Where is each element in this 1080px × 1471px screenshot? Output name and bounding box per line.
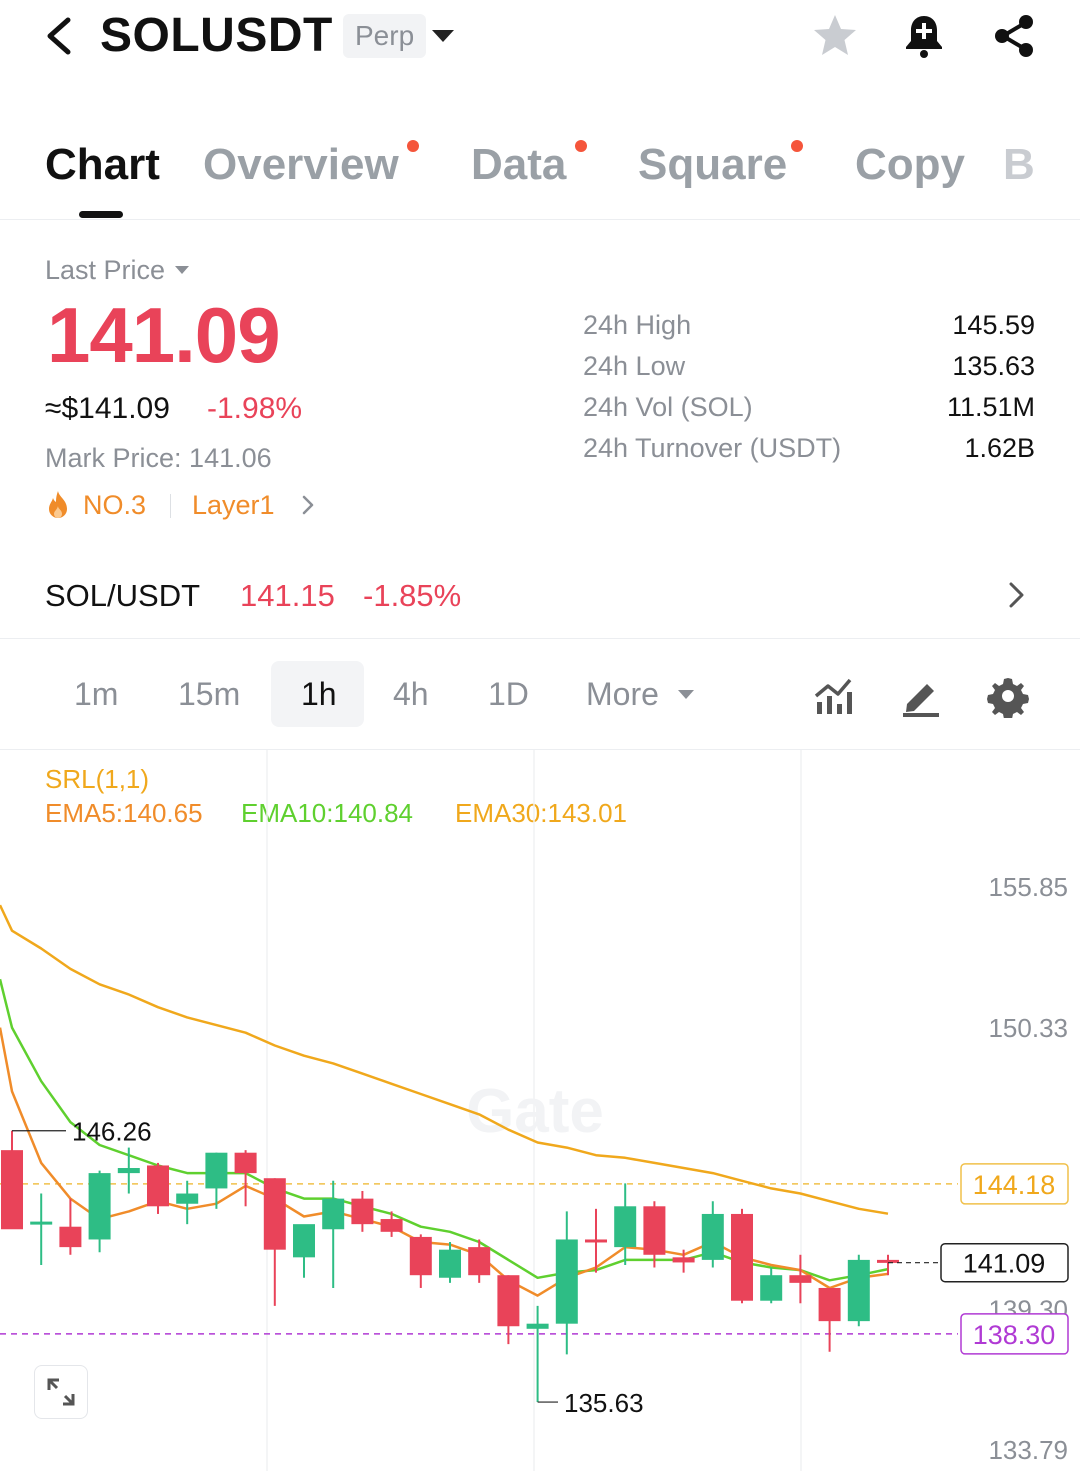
usd-price: ≈$141.09 <box>45 392 170 425</box>
share-icon[interactable] <box>990 12 1038 60</box>
tab-chart[interactable]: Chart <box>45 140 160 190</box>
candle-body <box>176 1193 199 1204</box>
candle-body <box>263 1178 286 1250</box>
timeframe-1d[interactable]: 1D <box>488 676 529 713</box>
tab-overview-notification-dot <box>407 140 419 152</box>
candle-body <box>731 1213 753 1301</box>
candle-body <box>672 1257 695 1263</box>
candle-body <box>322 1198 345 1230</box>
timeframe-more[interactable]: More <box>586 676 659 713</box>
contract-type-badge[interactable]: Perp <box>343 14 427 58</box>
candle-body <box>847 1259 870 1322</box>
mark-price-label: Mark Price: <box>45 443 182 473</box>
tab-overview[interactable]: Overview <box>203 140 399 190</box>
stat-value-24h-high: 145.59 <box>952 310 1035 340</box>
timeframe-15m[interactable]: 15m <box>178 676 240 713</box>
candle-body <box>351 1198 374 1225</box>
tag-separator <box>170 494 171 518</box>
back-icon[interactable] <box>40 14 80 58</box>
candle-body <box>147 1165 169 1207</box>
mark-price-label-chart: 138.30 <box>973 1320 1056 1350</box>
candle-body <box>614 1206 637 1248</box>
candle-body <box>439 1249 461 1278</box>
candle-body <box>205 1152 228 1189</box>
y-axis-label: 133.79 <box>988 1435 1068 1465</box>
tab-data-notification-dot <box>575 140 587 152</box>
stat-label-24h-high: 24h High <box>583 310 692 340</box>
candle-body <box>117 1168 140 1174</box>
reference-price-label: 144.18 <box>973 1170 1056 1200</box>
candle-body <box>585 1239 607 1243</box>
spot-price[interactable]: 141.15 <box>240 578 335 614</box>
mark-price-row: Mark Price: 141.06 <box>45 443 272 474</box>
candle-body <box>409 1236 432 1276</box>
chevron-right-icon[interactable] <box>298 491 318 519</box>
fullscreen-button[interactable] <box>34 1365 88 1419</box>
active-tab-indicator <box>79 211 123 218</box>
spot-change-percent[interactable]: -1.85% <box>363 578 461 614</box>
current-price-label: 141.09 <box>963 1249 1046 1279</box>
expand-icon <box>47 1378 75 1406</box>
candle-body <box>789 1275 812 1283</box>
y-axis-label: 150.33 <box>988 1013 1068 1043</box>
tabs-divider <box>0 219 1080 220</box>
spot-divider <box>0 638 1080 639</box>
more-caret-icon[interactable] <box>678 690 694 699</box>
candle-body <box>760 1275 783 1301</box>
candle-body <box>30 1221 53 1225</box>
flame-icon <box>49 491 67 518</box>
timeframe-4h[interactable]: 4h <box>393 676 429 713</box>
tab-square[interactable]: Square <box>638 140 787 190</box>
price-change-percent: -1.98% <box>207 392 303 425</box>
draw-pencil-icon[interactable] <box>899 674 943 718</box>
symbol-title[interactable]: SOLUSDT <box>100 8 333 63</box>
symbol-dropdown-caret-icon[interactable] <box>432 30 454 42</box>
indicator-icon[interactable] <box>812 674 856 718</box>
candle-body <box>468 1247 491 1276</box>
stat-label-24h-low: 24h Low <box>583 351 686 381</box>
stat-label-24h-vol: 24h Vol (SOL) <box>583 392 753 422</box>
last-price-label[interactable]: Last Price <box>45 255 165 286</box>
candle-body <box>701 1213 724 1260</box>
candle-body <box>380 1219 403 1232</box>
candle-body <box>59 1226 82 1248</box>
candle-body <box>293 1224 315 1258</box>
low-marker-label: 135.63 <box>564 1388 644 1418</box>
gear-icon[interactable] <box>986 674 1030 718</box>
candle-body <box>1 1150 23 1230</box>
bell-plus-icon[interactable] <box>900 12 948 60</box>
candle-body <box>643 1206 666 1255</box>
high-marker-label: 146.26 <box>72 1117 152 1147</box>
ema30-line <box>0 904 889 1215</box>
rank-badge[interactable]: NO.3 <box>83 490 146 521</box>
tab-bots[interactable]: B <box>1003 140 1035 190</box>
y-axis-label: 155.85 <box>988 872 1068 902</box>
candle-body <box>555 1239 578 1324</box>
tab-data[interactable]: Data <box>471 140 566 190</box>
tab-square-notification-dot <box>791 140 803 152</box>
last-price-caret-icon[interactable] <box>175 266 189 274</box>
last-price: 141.09 <box>47 291 281 379</box>
timeframe-1h[interactable]: 1h <box>301 676 337 713</box>
stat-label-24h-turnover: 24h Turnover (USDT) <box>583 433 842 463</box>
stat-value-24h-turnover: 1.62B <box>964 433 1035 463</box>
candlestick-chart[interactable]: Gate146.26135.63155.85150.33139.30133.79… <box>0 750 1080 1471</box>
star-icon[interactable] <box>811 12 859 60</box>
mark-price-value: 141.06 <box>189 443 272 473</box>
candle-body <box>818 1287 841 1322</box>
sector-tag[interactable]: Layer1 <box>192 490 275 521</box>
spot-pair[interactable]: SOL/USDT <box>45 578 200 614</box>
candle-body <box>526 1323 549 1329</box>
candle-body <box>234 1152 257 1174</box>
stat-value-24h-low: 135.63 <box>952 351 1035 381</box>
watermark-text: Gate <box>466 1077 604 1146</box>
spot-chevron-right-icon[interactable] <box>1003 578 1029 612</box>
stat-value-24h-vol: 11.51M <box>946 392 1035 422</box>
timeframe-1m[interactable]: 1m <box>74 676 118 713</box>
candle-body <box>88 1173 111 1240</box>
candle-body <box>497 1275 520 1327</box>
tab-copy[interactable]: Copy <box>855 140 965 190</box>
